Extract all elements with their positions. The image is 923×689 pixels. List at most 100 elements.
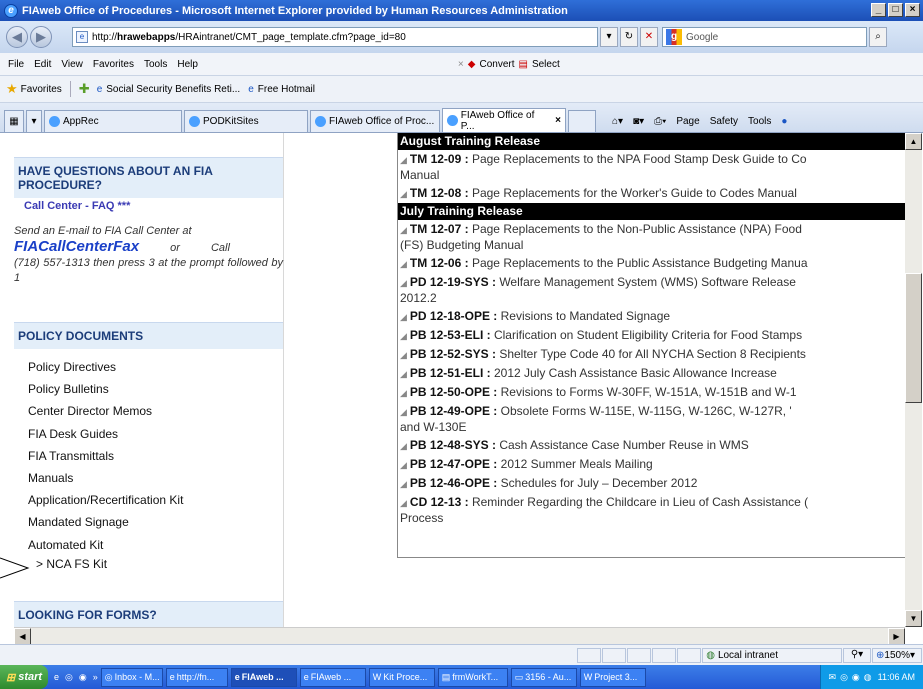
close-tab-icon[interactable]: × (555, 115, 561, 126)
convert-button[interactable]: Convert (479, 59, 514, 70)
nav-manuals[interactable]: Manuals (14, 468, 283, 490)
tray-icon[interactable]: ◉ (852, 672, 860, 683)
taskbar-item-inbox[interactable]: ◎ Inbox - M... (100, 667, 163, 687)
favorite-link-ssa[interactable]: Social Security Benefits Reti... (106, 84, 240, 95)
page-icon: e (76, 31, 88, 43)
tab-list-button[interactable]: ▾ (26, 110, 42, 132)
quicklaunch-more-icon[interactable]: » (93, 672, 98, 682)
page-menu[interactable]: Page (676, 116, 699, 127)
taskbar-item-3156[interactable]: ▭ 3156 - Au... (510, 667, 577, 687)
nav-mandated-signage[interactable]: Mandated Signage (14, 512, 283, 534)
release-item[interactable]: ◢ CD 12-13 : Reminder Regarding the Child… (398, 493, 905, 527)
nav-automated-kit[interactable]: Automated Kit (14, 535, 283, 557)
taskbar-item-fiaweb-2[interactable]: e FIAweb ... (299, 667, 366, 687)
menu-help[interactable]: Help (177, 59, 198, 70)
scroll-left-button[interactable]: ◀ (14, 628, 31, 645)
select-button[interactable]: Select (532, 59, 560, 70)
taskbar-item-http[interactable]: e http://fn... (165, 667, 228, 687)
release-item[interactable]: ◢ TM 12-06 : Page Replacements to the Pub… (398, 254, 905, 273)
safety-menu[interactable]: Safety (710, 116, 738, 127)
new-tab-button[interactable] (568, 110, 596, 132)
url-field[interactable]: e http://hrawebapps/HRAintranet/CMT_page… (72, 27, 598, 47)
tab-fiaweb-1[interactable]: FIAweb Office of Proc... (310, 110, 440, 132)
search-button[interactable]: ⌕ (869, 27, 887, 47)
forward-button[interactable]: ▶ (30, 26, 52, 48)
tab-apprec[interactable]: AppRec (44, 110, 182, 132)
tab-podkitsites[interactable]: PODKitSites (184, 110, 308, 132)
nav-fia-desk-guides[interactable]: FIA Desk Guides (14, 424, 283, 446)
status-cell (652, 647, 677, 663)
quicklaunch-icon[interactable]: ◉ (79, 672, 87, 683)
tray-icon[interactable]: ◎ (840, 672, 848, 683)
scroll-right-button[interactable]: ▶ (888, 628, 905, 645)
taskbar-item-kit-proce[interactable]: W Kit Proce... (368, 667, 435, 687)
tray-icon[interactable]: ◍ (864, 672, 872, 683)
menu-favorites[interactable]: Favorites (93, 59, 134, 70)
favorites-button[interactable]: Favorites (21, 84, 62, 95)
callcenter-fax-link[interactable]: FIACallCenterFax (14, 238, 139, 255)
nav-policy-directives[interactable]: Policy Directives (14, 357, 283, 379)
nav-application-recertification-kit[interactable]: Application/Recertification Kit (14, 490, 283, 512)
url-dropdown-button[interactable]: ▾ (600, 27, 618, 47)
release-item[interactable]: ◢ PB 12-48-SYS : Cash Assistance Case Num… (398, 436, 905, 455)
tab-fiaweb-2[interactable]: FIAweb Office of P... × (442, 108, 566, 132)
back-button[interactable]: ◀ (6, 26, 28, 48)
close-button[interactable]: × (905, 3, 920, 17)
release-item[interactable]: ◢ PD 12-19-SYS : Welfare Management Syste… (398, 273, 905, 307)
add-favorite-icon[interactable]: ✚ (79, 81, 90, 97)
nav-policy-bulletins[interactable]: Policy Bulletins (14, 379, 283, 401)
callout-arrow (0, 557, 30, 579)
release-text: Cash Assistance Case Number Reuse in WMS (499, 438, 749, 452)
nav-fia-transmittals[interactable]: FIA Transmittals (14, 446, 283, 468)
release-item[interactable]: ◢ TM 12-07 : Page Replacements to the Non… (398, 220, 905, 254)
release-item[interactable]: ◢ PB 12-46-OPE : Schedules for July – Dec… (398, 474, 905, 493)
maximize-button[interactable]: □ (888, 3, 903, 17)
release-item[interactable]: ◢ TM 12-09 : Page Replacements to the NPA… (398, 150, 905, 184)
nav-center-director-memos[interactable]: Center Director Memos (14, 401, 283, 423)
menu-edit[interactable]: Edit (34, 59, 51, 70)
refresh-button[interactable]: ↻ (620, 27, 638, 47)
horizontal-scrollbar[interactable]: ◀ ▶ (14, 627, 905, 645)
menu-tools[interactable]: Tools (144, 59, 167, 70)
stop-button[interactable]: ✕ (640, 27, 658, 47)
callcenter-pre: Send an E-mail to FIA Call Center at (14, 225, 192, 237)
release-item[interactable]: ◢ PD 12-18-OPE : Revisions to Mandated Si… (398, 307, 905, 326)
release-item[interactable]: ◢ PB 12-52-SYS : Shelter Type Code 40 for… (398, 345, 905, 364)
scroll-thumb[interactable] (905, 273, 922, 403)
quick-tabs-button[interactable]: ▦ (4, 110, 24, 132)
release-item[interactable]: ◢ PB 12-50-OPE : Revisions to Forms W-30F… (398, 383, 905, 402)
start-button[interactable]: ⊞ start (0, 665, 48, 689)
home-icon[interactable]: ⌂▾ (612, 116, 623, 127)
menu-view[interactable]: View (61, 59, 83, 70)
scroll-down-button[interactable]: ▼ (905, 610, 922, 627)
release-item[interactable]: ◢ PB 12-53-ELI : Clarification on Student… (398, 326, 905, 345)
release-text: 2012 Summer Meals Mailing (500, 457, 653, 471)
release-item[interactable]: ◢ PB 12-47-OPE : 2012 Summer Meals Mailin… (398, 455, 905, 474)
quicklaunch-outlook-icon[interactable]: ◎ (65, 672, 73, 683)
nav-nca-fs-kit[interactable]: > NCA FS Kit (14, 557, 283, 575)
tab-bar: ▦ ▾ AppRec PODKitSites FIAweb Office of … (0, 103, 923, 133)
tools-menu[interactable]: Tools (748, 116, 771, 127)
close-toolbar-icon[interactable]: × (458, 59, 464, 70)
feeds-icon[interactable]: ◙▾ (633, 116, 644, 127)
minimize-button[interactable]: _ (871, 3, 886, 17)
favorite-link-hotmail[interactable]: Free Hotmail (258, 84, 315, 95)
taskbar-item-frmwork[interactable]: ▤ frmWorkT... (437, 667, 508, 687)
quicklaunch-ie-icon[interactable]: e (54, 672, 59, 682)
release-item[interactable]: ◢ TM 12-08 : Page Replacements for the Wo… (398, 184, 905, 203)
help-icon[interactable]: ● (781, 116, 787, 127)
release-item[interactable]: ◢ PB 12-49-OPE : Obsolete Forms W-115E, W… (398, 402, 905, 436)
faq-link[interactable]: Call Center - FAQ *** (14, 198, 283, 214)
vertical-scrollbar[interactable]: ▲ ▼ (905, 133, 922, 627)
print-icon[interactable]: ⎙▾ (654, 116, 666, 127)
release-item[interactable]: ◢ PB 12-51-ELI : 2012 July Cash Assistanc… (398, 364, 905, 383)
search-input[interactable]: g Google (662, 27, 867, 47)
menu-file[interactable]: File (8, 59, 24, 70)
protected-mode-icon[interactable]: ⚲▾ (843, 647, 872, 663)
tray-icon[interactable]: ✉ (829, 672, 837, 683)
taskbar-label: frmWorkT... (452, 672, 499, 682)
taskbar-item-project[interactable]: W Project 3... (579, 667, 646, 687)
scroll-up-button[interactable]: ▲ (905, 133, 922, 150)
zoom-control[interactable]: ⊕ 150% ▾ (872, 647, 922, 663)
taskbar-item-fiaweb-1[interactable]: e FIAweb ... (230, 667, 297, 687)
